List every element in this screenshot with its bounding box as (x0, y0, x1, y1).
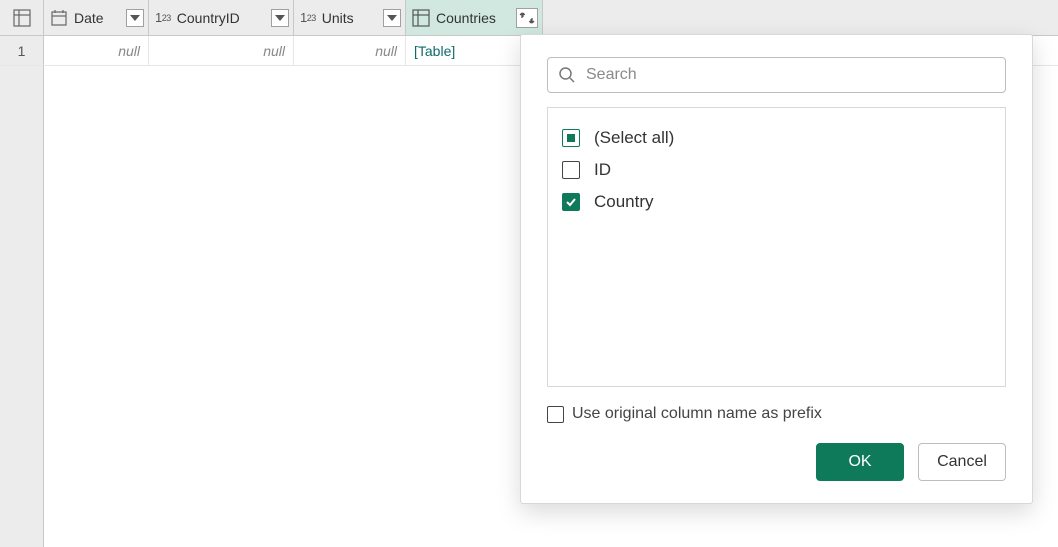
field-item-country[interactable]: Country (562, 186, 991, 218)
cell-value: null (118, 43, 140, 59)
table-icon (13, 9, 31, 27)
expand-column-button[interactable] (516, 8, 538, 28)
column-label: Countries (434, 10, 514, 26)
cell-units[interactable]: null (294, 36, 406, 65)
dialog-buttons: OK Cancel (547, 443, 1006, 481)
use-prefix-option[interactable]: Use original column name as prefix (547, 405, 1006, 423)
cell-value: null (375, 43, 397, 59)
ok-button[interactable]: OK (816, 443, 904, 481)
row-number-cell[interactable]: 1 (0, 36, 44, 65)
column-label: CountryID (175, 10, 269, 26)
column-header-date[interactable]: Date (44, 0, 149, 35)
checkbox-checked[interactable] (562, 193, 580, 211)
ok-button-label: OK (848, 453, 871, 471)
filter-dropdown-button[interactable] (383, 9, 401, 27)
cell-value: [Table] (414, 43, 455, 59)
cancel-button[interactable]: Cancel (918, 443, 1006, 481)
expand-icon (519, 11, 535, 25)
column-label: Date (72, 10, 124, 26)
expand-columns-popup: (Select all) ID Country Use original col… (520, 34, 1033, 504)
cancel-button-label: Cancel (937, 453, 987, 471)
caret-down-icon (387, 15, 397, 21)
cell-date[interactable]: null (44, 36, 149, 65)
field-label: Country (594, 192, 654, 212)
column-header-units[interactable]: 123 Units (294, 0, 406, 35)
fields-list: (Select all) ID Country (547, 107, 1006, 387)
calendar-icon (50, 9, 68, 27)
checkbox-unchecked[interactable] (547, 406, 564, 423)
column-header-countries[interactable]: Countries (406, 0, 543, 35)
checkbox-indeterminate[interactable] (562, 129, 580, 147)
checkbox-unchecked[interactable] (562, 161, 580, 179)
filter-dropdown-button[interactable] (271, 9, 289, 27)
number-type-icon: 123 (155, 10, 171, 25)
filter-dropdown-button[interactable] (126, 9, 144, 27)
use-prefix-label: Use original column name as prefix (572, 405, 822, 423)
column-label: Units (320, 10, 381, 26)
cell-countryid[interactable]: null (149, 36, 294, 65)
check-icon (565, 196, 577, 208)
search-input[interactable] (584, 65, 995, 85)
caret-down-icon (275, 15, 285, 21)
number-type-icon: 123 (300, 10, 316, 25)
search-field-wrapper[interactable] (547, 57, 1006, 93)
cell-value: null (263, 43, 285, 59)
search-icon (558, 66, 576, 84)
select-all-rows-corner[interactable] (0, 0, 44, 35)
select-all-label: (Select all) (594, 128, 674, 148)
field-item-id[interactable]: ID (562, 154, 991, 186)
row-number: 1 (18, 43, 26, 59)
select-all-item[interactable]: (Select all) (562, 122, 991, 154)
table-type-icon (412, 9, 430, 27)
column-header-countryid[interactable]: 123 CountryID (149, 0, 294, 35)
caret-down-icon (130, 15, 140, 21)
column-header-row: Date 123 CountryID 123 Units Countries (0, 0, 1058, 36)
field-label: ID (594, 160, 611, 180)
row-gutter-background (0, 36, 44, 547)
